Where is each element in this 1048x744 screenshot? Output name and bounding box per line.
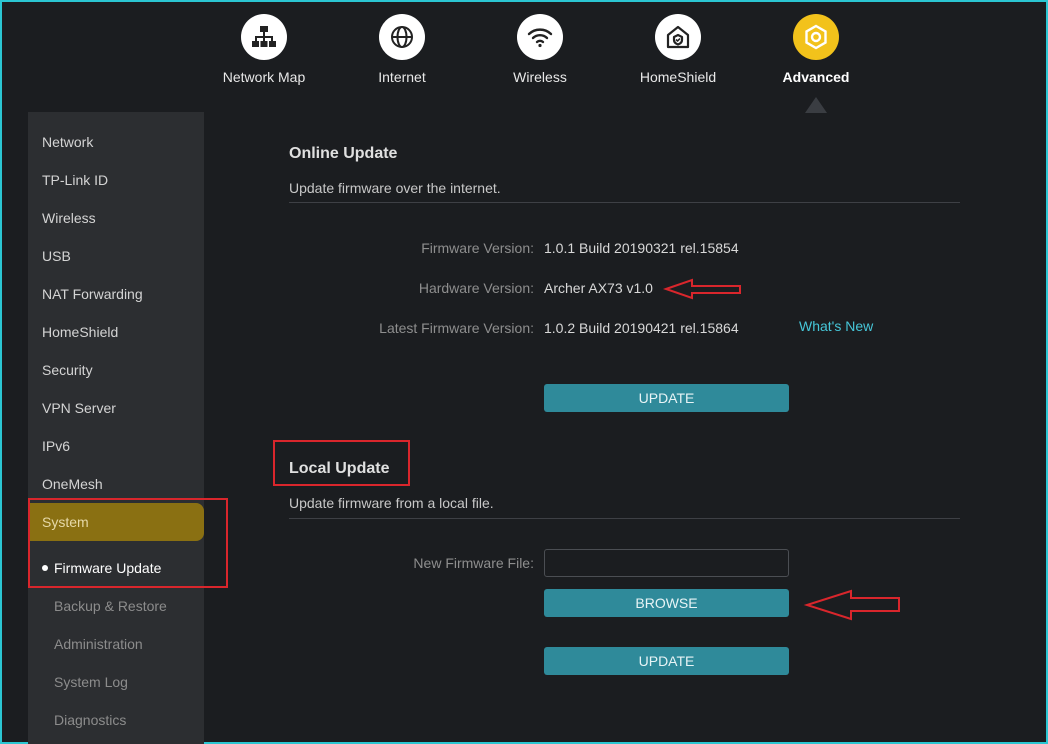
wifi-icon bbox=[517, 14, 563, 60]
online-update-button[interactable]: UPDATE bbox=[544, 384, 789, 412]
firmware-version-value: 1.0.1 Build 20190321 rel.15854 bbox=[544, 240, 739, 256]
home-shield-icon bbox=[655, 14, 701, 60]
sidebar: Network TP-Link ID Wireless USB NAT Forw… bbox=[28, 112, 204, 744]
nav-advanced[interactable]: Advanced bbox=[756, 14, 876, 85]
firmware-file-input[interactable] bbox=[544, 549, 789, 577]
sidebar-subitem-diagnostics[interactable]: Diagnostics bbox=[28, 701, 204, 739]
online-update-title: Online Update bbox=[289, 145, 398, 162]
nav-label-network-map: Network Map bbox=[222, 69, 306, 85]
local-update-divider bbox=[289, 518, 960, 519]
nav-label-homeshield: HomeShield bbox=[639, 69, 717, 85]
nav-label-wireless: Wireless bbox=[513, 69, 567, 85]
nav-label-advanced: Advanced bbox=[782, 69, 850, 85]
nav-internet[interactable]: Internet bbox=[342, 14, 462, 85]
online-update-divider bbox=[289, 202, 960, 203]
sidebar-item-ipv6[interactable]: IPv6 bbox=[28, 427, 204, 465]
sidebar-item-security[interactable]: Security bbox=[28, 351, 204, 389]
sidebar-subitem-administration[interactable]: Administration bbox=[28, 625, 204, 663]
main-content: Online Update Update firmware over the i… bbox=[204, 112, 1046, 744]
latest-firmware-value: 1.0.2 Build 20190421 rel.15864 bbox=[544, 320, 739, 336]
nav-label-internet: Internet bbox=[378, 69, 426, 85]
sidebar-item-usb[interactable]: USB bbox=[28, 237, 204, 275]
top-navigation: Network Map Internet Wireless HomeShield… bbox=[2, 2, 1046, 113]
active-tab-pointer bbox=[805, 97, 827, 113]
annotation-arrow-browse bbox=[803, 589, 900, 621]
browse-button[interactable]: BROWSE bbox=[544, 589, 789, 617]
hardware-version-label: Hardware Version: bbox=[418, 280, 534, 296]
gear-icon bbox=[793, 14, 839, 60]
nav-wireless[interactable]: Wireless bbox=[480, 14, 600, 85]
sidebar-item-network[interactable]: Network bbox=[28, 123, 204, 161]
sidebar-item-homeshield[interactable]: HomeShield bbox=[28, 313, 204, 351]
globe-icon bbox=[379, 14, 425, 60]
sidebar-subitem-system-log[interactable]: System Log bbox=[28, 663, 204, 701]
annotation-arrow-hardware bbox=[662, 278, 741, 300]
nav-homeshield[interactable]: HomeShield bbox=[618, 14, 738, 85]
local-update-button[interactable]: UPDATE bbox=[544, 647, 789, 675]
new-firmware-file-label: New Firmware File: bbox=[413, 555, 534, 571]
sidebar-item-tp-link-id[interactable]: TP-Link ID bbox=[28, 161, 204, 199]
sidebar-item-wireless[interactable]: Wireless bbox=[28, 199, 204, 237]
local-update-description: Update firmware from a local file. bbox=[289, 495, 494, 511]
sidebar-item-vpn-server[interactable]: VPN Server bbox=[28, 389, 204, 427]
sidebar-item-nat-forwarding[interactable]: NAT Forwarding bbox=[28, 275, 204, 313]
hardware-version-value: Archer AX73 v1.0 bbox=[544, 280, 653, 296]
annotation-box-local-update bbox=[273, 440, 410, 486]
sidebar-subitem-backup-restore[interactable]: Backup & Restore bbox=[28, 587, 204, 625]
nav-network-map[interactable]: Network Map bbox=[204, 14, 324, 85]
latest-firmware-label: Latest Firmware Version: bbox=[379, 320, 534, 336]
annotation-box-system bbox=[28, 498, 228, 588]
online-update-description: Update firmware over the internet. bbox=[289, 180, 501, 196]
whats-new-link[interactable]: What's New bbox=[799, 318, 873, 334]
firmware-version-label: Firmware Version: bbox=[421, 240, 534, 256]
network-map-icon bbox=[241, 14, 287, 60]
